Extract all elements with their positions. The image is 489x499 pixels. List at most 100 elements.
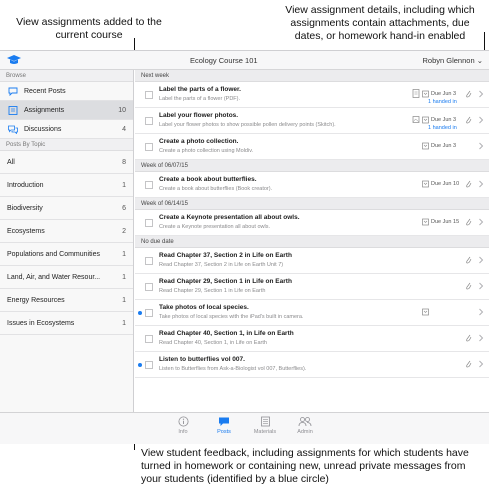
topic-count: 1 [122, 274, 126, 281]
topic-count: 1 [122, 182, 126, 189]
assignment-checkbox[interactable] [145, 257, 153, 265]
user-menu[interactable]: Robyn Glennon ⌄ [423, 56, 484, 65]
topic-count: 8 [122, 159, 126, 166]
callout-assignments: View assignments added to the current co… [16, 16, 162, 41]
topic-label: Land, Air, and Water Resour... [7, 274, 101, 281]
assignment-row[interactable]: Read Chapter 37, Section 2 in Life on Ea… [135, 248, 489, 274]
assignment-row[interactable]: Read Chapter 29, Section 1 in Life on Ea… [135, 274, 489, 300]
due-date: Due Jun 3 [431, 91, 457, 97]
assignment-subtitle: Read Chapter 29, Section 1 in Life on Ea… [159, 288, 266, 294]
chevron-right-icon[interactable] [478, 115, 484, 125]
sidebar-topic-introduction[interactable]: Introduction 1 [0, 174, 133, 197]
assignment-row[interactable]: Take photos of local species. Take photo… [135, 300, 489, 326]
handed-in-count[interactable]: 1 handed in [428, 125, 457, 131]
sidebar-topic-land-air-water[interactable]: Land, Air, and Water Resour... 1 [0, 266, 133, 289]
assignment-checkbox[interactable] [145, 309, 153, 317]
chevron-right-icon[interactable] [478, 307, 484, 317]
assignment-title: Listen to butterflies vol 007. [159, 356, 245, 363]
topic-label: Ecosystems [7, 228, 45, 235]
handed-in-count[interactable]: 1 handed in [428, 99, 457, 105]
assignment-checkbox[interactable] [145, 181, 153, 189]
assignment-title: Create a photo collection. [159, 138, 239, 145]
assignment-row[interactable]: Listen to butterflies vol 007. Listen to… [135, 352, 489, 378]
itunes-u-logo-icon[interactable] [6, 54, 22, 66]
callout-details: View assignment details, including which… [285, 4, 475, 42]
chevron-right-icon[interactable] [478, 281, 484, 291]
sidebar-item-count: 10 [118, 107, 126, 114]
assignment-checkbox[interactable] [145, 361, 153, 369]
assignment-row[interactable]: Label your flower photos. Label your flo… [135, 108, 489, 134]
assignment-subtitle: Label your flower photos to show possibl… [159, 122, 336, 128]
assignment-title: Read Chapter 40, Section 1, in Life on E… [159, 330, 294, 337]
topic-count: 6 [122, 205, 126, 212]
topic-label: All [7, 159, 15, 166]
assignment-checkbox[interactable] [145, 91, 153, 99]
discussion-bubbles-icon [8, 125, 18, 134]
tab-admin[interactable]: Admin [285, 416, 325, 435]
topic-count: 2 [122, 228, 126, 235]
tab-label: Posts [217, 429, 231, 435]
assignment-row[interactable]: Create a photo collection. Create a phot… [135, 134, 489, 160]
sidebar-item-count: 4 [122, 126, 126, 133]
assignment-title: Label the parts of a flower. [159, 86, 241, 93]
tab-label: Materials [253, 429, 277, 435]
sidebar-item-assignments[interactable]: Assignments 10 [0, 101, 133, 120]
assignment-title: Create a book about butterflies. [159, 176, 257, 183]
paperclip-icon [466, 90, 472, 98]
unread-indicator-dot [138, 363, 142, 367]
assignment-checkbox[interactable] [145, 219, 153, 227]
assignment-title: Read Chapter 29, Section 1 in Life on Ea… [159, 278, 292, 285]
sidebar-item-discussions[interactable]: Discussions 4 [0, 120, 133, 139]
topic-label: Introduction [7, 182, 44, 189]
chevron-right-icon[interactable] [478, 217, 484, 227]
assignment-checkbox[interactable] [145, 335, 153, 343]
handin-inbox-icon [422, 116, 429, 124]
handin-inbox-icon [422, 180, 429, 188]
handin-inbox-icon [422, 142, 429, 150]
due-date: Due Jun 3 [431, 143, 457, 149]
assignment-row[interactable]: Create a Keynote presentation all about … [135, 210, 489, 236]
tab-info[interactable]: Info [163, 416, 203, 435]
sidebar-topic-ecosystems[interactable]: Ecosystems 2 [0, 220, 133, 243]
tab-materials[interactable]: Materials [245, 416, 285, 435]
assignment-subtitle: Create a book about butterflies (Book cr… [159, 186, 273, 192]
assignment-subtitle: Create a photo collection using Moldiv. [159, 148, 254, 154]
assignment-checkbox[interactable] [145, 117, 153, 125]
tab-posts[interactable]: Posts [204, 416, 244, 435]
chevron-right-icon[interactable] [478, 359, 484, 369]
section-header-no-due-date: No due date [135, 236, 489, 248]
sidebar-topic-issues[interactable]: Issues in Ecosystems 1 [0, 312, 133, 335]
paperclip-icon [466, 218, 472, 226]
paperclip-icon [466, 256, 472, 264]
assignment-list-icon [8, 106, 18, 115]
assignment-title: Label your flower photos. [159, 112, 239, 119]
assignment-row[interactable]: Read Chapter 40, Section 1, in Life on E… [135, 326, 489, 352]
chevron-right-icon[interactable] [478, 141, 484, 151]
topic-count: 1 [122, 320, 126, 327]
due-date: Due Jun 3 [431, 117, 457, 123]
handin-inbox-icon [422, 308, 429, 316]
sidebar-topic-all[interactable]: All 8 [0, 151, 133, 174]
chevron-right-icon[interactable] [478, 89, 484, 99]
assignment-row[interactable]: Create a book about butterflies. Create … [135, 172, 489, 198]
sidebar-item-recent-posts[interactable]: Recent Posts [0, 82, 133, 101]
sidebar-topic-biodiversity[interactable]: Biodiversity 6 [0, 197, 133, 220]
materials-icon [260, 416, 270, 427]
chevron-right-icon[interactable] [478, 333, 484, 343]
assignment-checkbox[interactable] [145, 143, 153, 151]
sidebar-topic-populations[interactable]: Populations and Communities 1 [0, 243, 133, 266]
chevron-right-icon[interactable] [478, 255, 484, 265]
topic-label: Energy Resources [7, 297, 65, 304]
assignment-checkbox[interactable] [145, 283, 153, 291]
sidebar-topic-energy[interactable]: Energy Resources 1 [0, 289, 133, 312]
paperclip-icon [466, 282, 472, 290]
assignment-row[interactable]: Label the parts of a flower. Label the p… [135, 82, 489, 108]
tab-bar: Info Posts Materials Admin [0, 412, 489, 444]
handin-inbox-icon [422, 218, 429, 226]
sidebar-section-browse: Browse [0, 70, 133, 82]
assignment-subtitle: Read Chapter 40, Section 1, in Life on E… [159, 340, 267, 346]
paperclip-icon [466, 334, 472, 342]
navigation-bar: Ecology Course 101 Robyn Glennon ⌄ [0, 51, 489, 70]
section-header-week: Week of 06/07/15 [135, 160, 489, 172]
chevron-right-icon[interactable] [478, 179, 484, 189]
